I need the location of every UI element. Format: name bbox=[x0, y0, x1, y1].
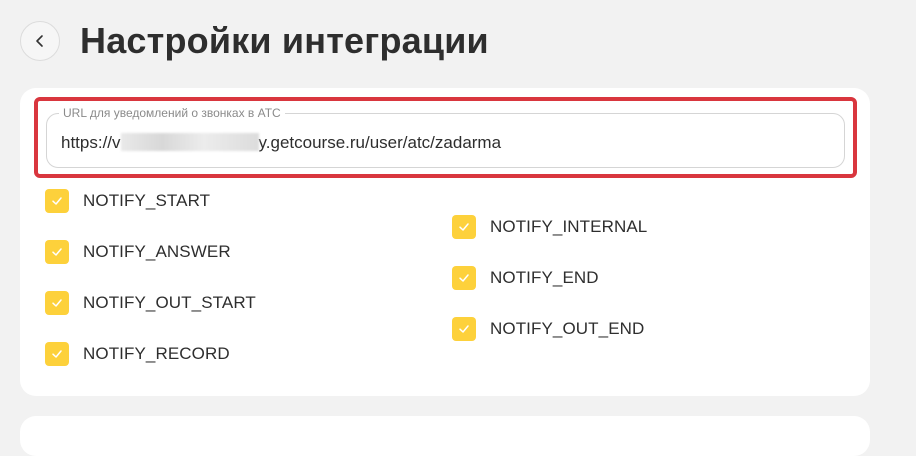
notification-url-field[interactable]: URL для уведомлений о звонках в АТС http… bbox=[46, 106, 845, 168]
check-icon bbox=[52, 350, 62, 358]
checkbox-checked[interactable] bbox=[45, 291, 69, 315]
check-icon bbox=[52, 248, 62, 256]
checkbox-checked[interactable] bbox=[45, 189, 69, 213]
notification-url-label: URL для уведомлений о звонках в АТС bbox=[59, 106, 285, 120]
redacted-segment bbox=[120, 133, 259, 151]
checkbox-notify-internal[interactable]: NOTIFY_INTERNAL bbox=[452, 215, 647, 239]
url-prefix: https://v bbox=[61, 133, 121, 152]
check-icon bbox=[459, 325, 469, 333]
checkbox-label: NOTIFY_OUT_START bbox=[83, 293, 256, 312]
checkbox-notify-answer[interactable]: NOTIFY_ANSWER bbox=[45, 240, 231, 264]
check-icon bbox=[52, 197, 62, 205]
checkbox-checked[interactable] bbox=[45, 240, 69, 264]
checkbox-label: NOTIFY_START bbox=[83, 191, 211, 210]
next-card bbox=[20, 416, 870, 456]
checkbox-label: NOTIFY_ANSWER bbox=[83, 242, 231, 261]
checkbox-checked[interactable] bbox=[452, 266, 476, 290]
url-suffix: y.getcourse.ru/user/atc/zadarma bbox=[258, 133, 502, 152]
checkbox-label: NOTIFY_INTERNAL bbox=[490, 217, 648, 236]
checkbox-checked[interactable] bbox=[45, 342, 69, 366]
check-icon bbox=[459, 274, 469, 282]
checkbox-notify-record[interactable]: NOTIFY_RECORD bbox=[45, 342, 230, 366]
checkbox-notify-end[interactable]: NOTIFY_END bbox=[452, 266, 599, 290]
checkbox-checked[interactable] bbox=[452, 317, 476, 341]
check-icon bbox=[459, 223, 469, 231]
check-icon bbox=[52, 299, 62, 307]
page-header: Настройки интеграции bbox=[20, 20, 489, 62]
checkbox-label: NOTIFY_OUT_END bbox=[490, 319, 645, 338]
notification-url-value[interactable]: https://v y.getcourse.ru/user/atc/zadarma bbox=[61, 133, 501, 153]
checkbox-notify-out-end[interactable]: NOTIFY_OUT_END bbox=[452, 317, 644, 341]
checkbox-label: NOTIFY_RECORD bbox=[83, 344, 230, 363]
checkbox-notify-start[interactable]: NOTIFY_START bbox=[45, 189, 210, 213]
back-button[interactable] bbox=[20, 21, 60, 61]
checkbox-checked[interactable] bbox=[452, 215, 476, 239]
chevron-left-icon bbox=[36, 35, 43, 47]
checkbox-notify-out-start[interactable]: NOTIFY_OUT_START bbox=[45, 291, 256, 315]
checkbox-label: NOTIFY_END bbox=[490, 268, 599, 287]
page-title: Настройки интеграции bbox=[80, 20, 489, 61]
